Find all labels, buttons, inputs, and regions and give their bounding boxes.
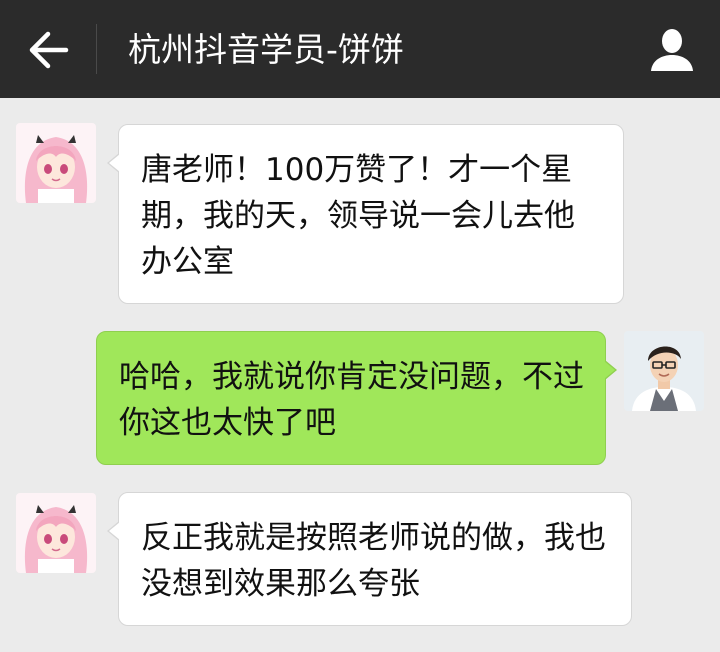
incoming-message-bubble[interactable]: 唐老师！100万赞了！才一个星期，我的天，领导说一会儿去他办公室 (107, 124, 624, 304)
outgoing-message-bubble[interactable]: 哈哈，我就说你肯定没问题，不过你这也太快了吧 (96, 331, 617, 465)
header-divider (96, 24, 97, 74)
message-text: 反正我就是按照老师说的做，我也没想到效果那么夸张 (141, 520, 606, 602)
message-text: 哈哈，我就说你肯定没问题，不过你这也太快了吧 (119, 359, 584, 441)
user-avatar[interactable] (624, 331, 704, 411)
chat-area[interactable]: 唐老师！100万赞了！才一个星期，我的天，领导说一会儿去他办公室 哈哈，我就说你… (0, 98, 720, 652)
top-bar: 杭州抖音学员-饼饼 (0, 0, 720, 98)
message-text: 唐老师！100万赞了！才一个星期，我的天，领导说一会儿去他办公室 (141, 152, 575, 280)
person-icon[interactable] (648, 26, 696, 74)
incoming-message-bubble[interactable]: 反正我就是按照老师说的做，我也没想到效果那么夸张 (107, 492, 632, 626)
chat-title: 杭州抖音学员-饼饼 (128, 30, 404, 69)
back-arrow-icon[interactable] (26, 30, 70, 70)
contact-avatar[interactable] (16, 493, 96, 573)
contact-avatar[interactable] (16, 123, 96, 203)
